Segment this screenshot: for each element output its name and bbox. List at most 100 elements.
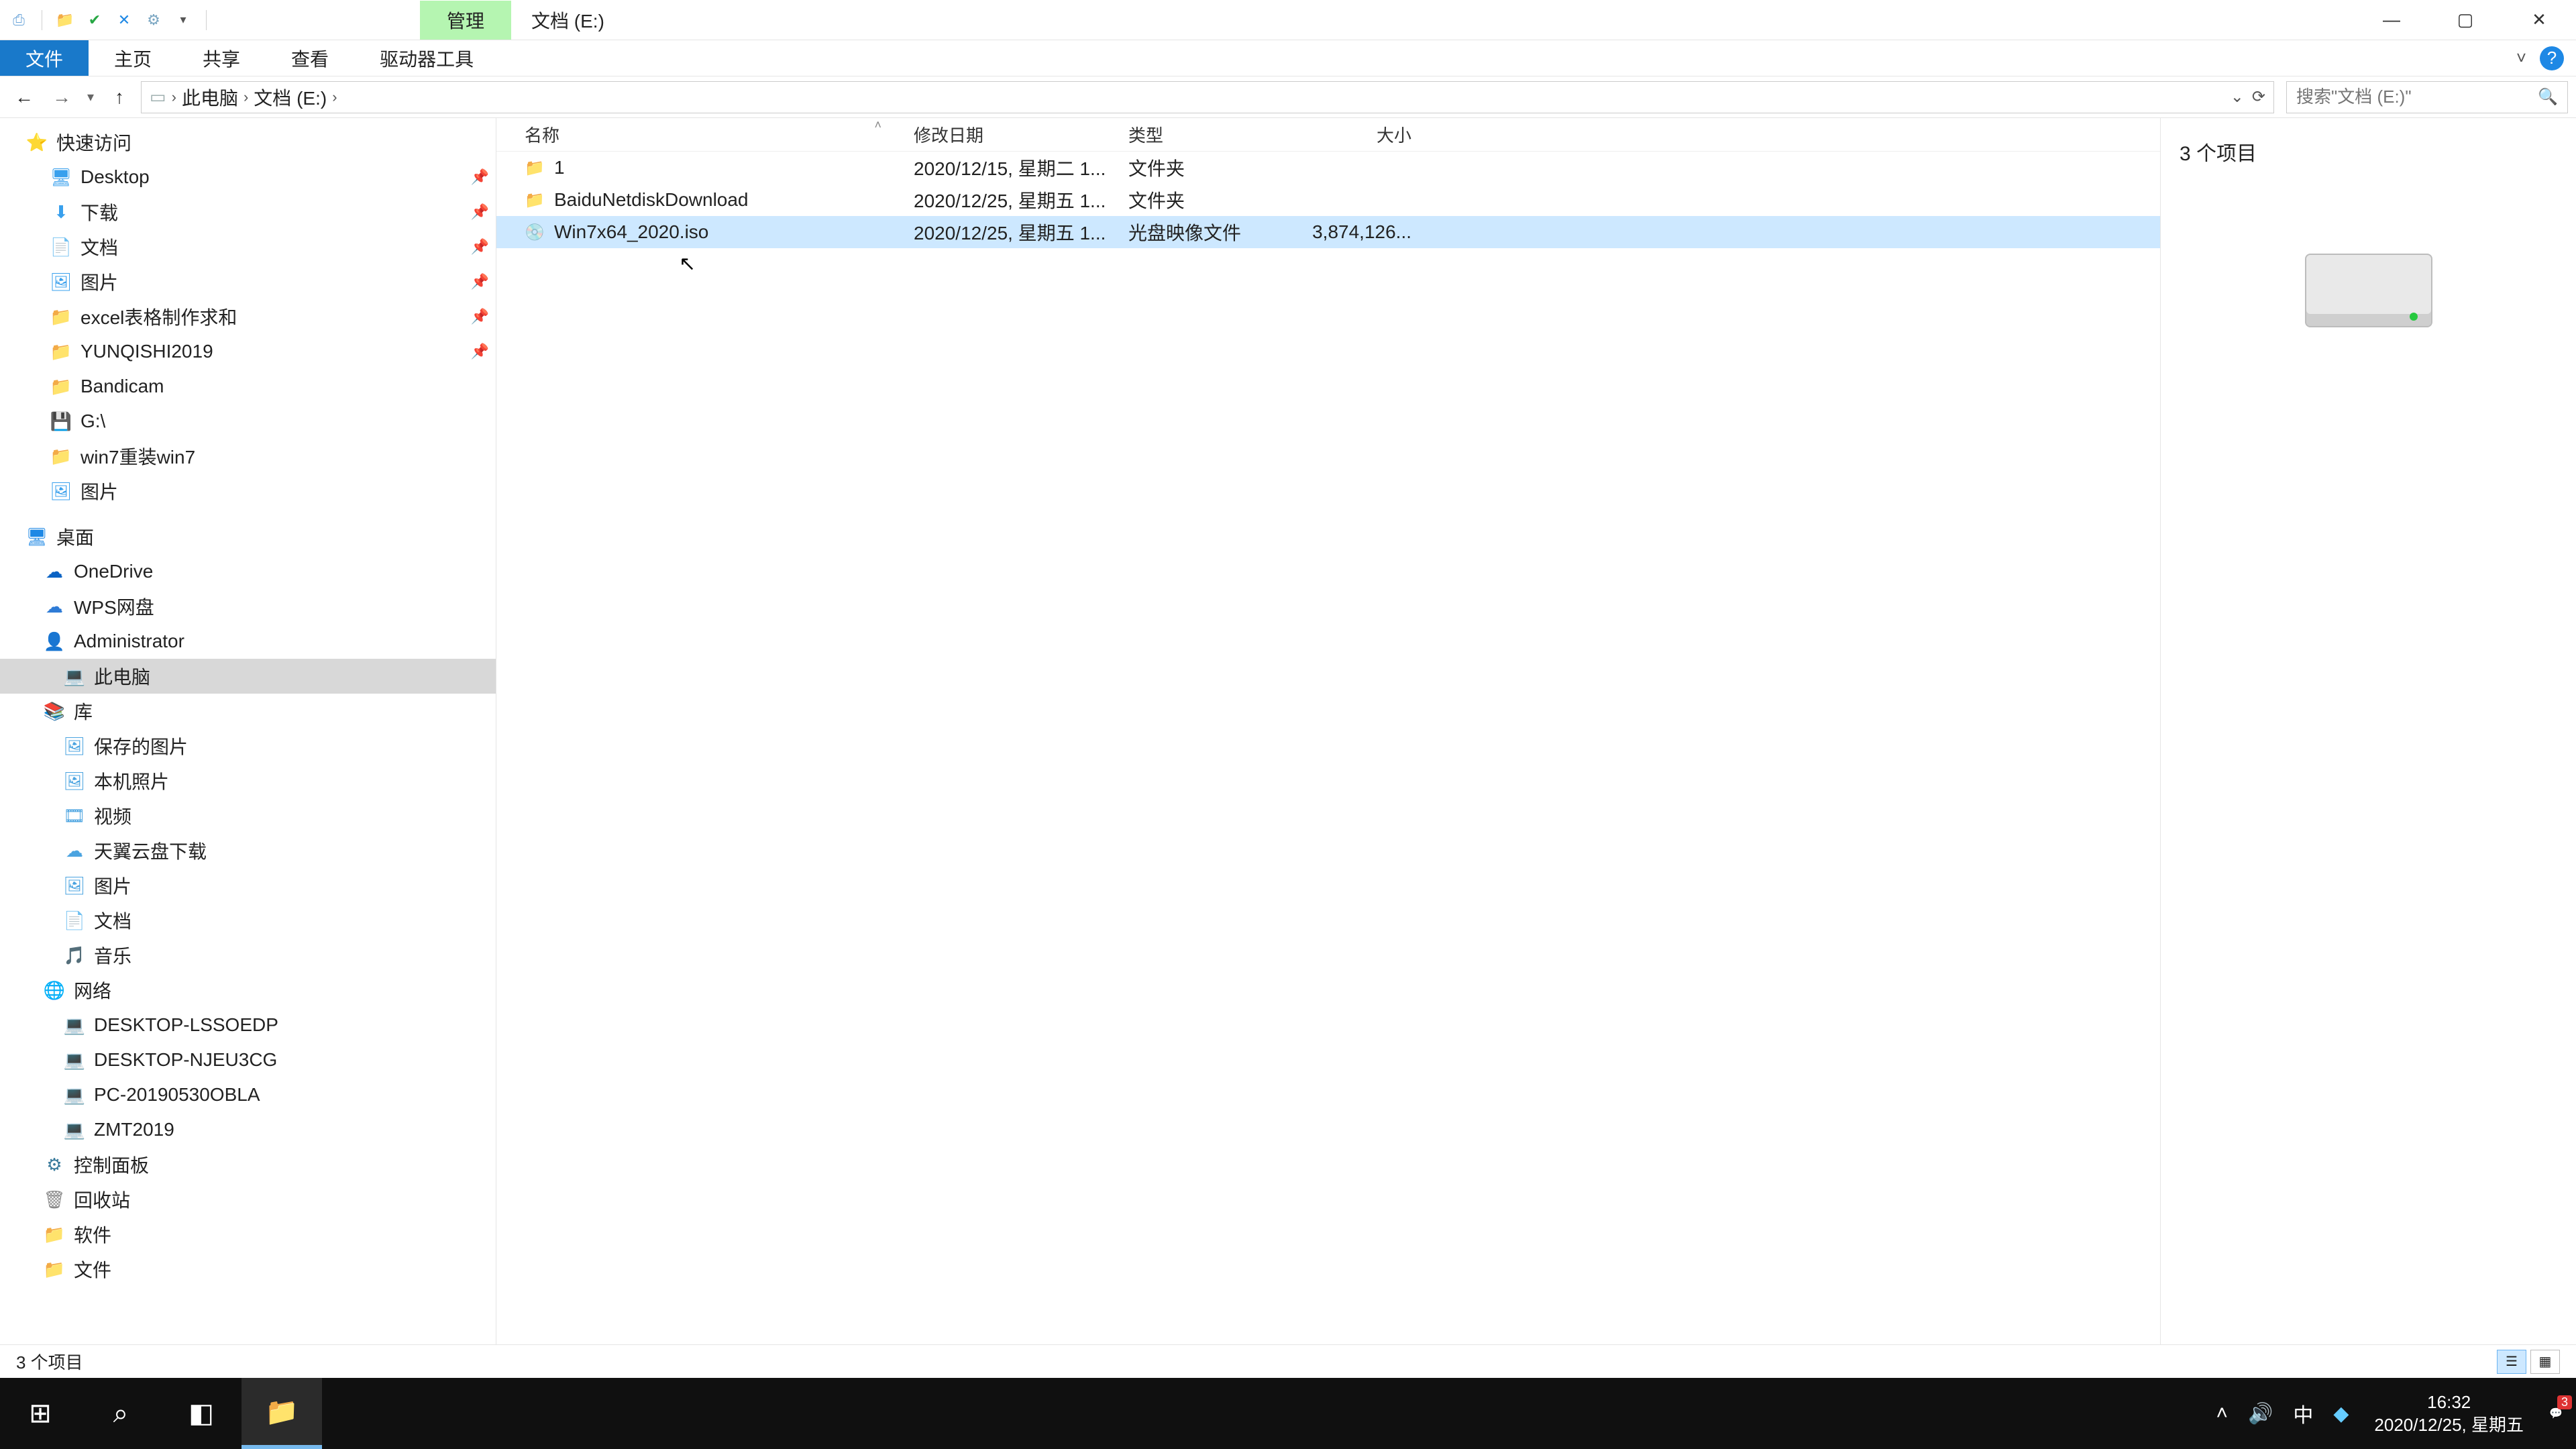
nav-item[interactable]: 🖼图片📌 [0,264,496,299]
nav-item[interactable]: 💻ZMT2019 [0,1112,496,1147]
forward-button[interactable]: → [46,81,78,113]
qat-settings-icon[interactable]: ⚙ [142,8,166,32]
qat-dropdown-icon[interactable]: ▾ [171,8,195,32]
tray-chevron-up-icon[interactable]: ˄ [2216,1402,2228,1425]
address-dropdown-icon[interactable]: ⌄ [2231,87,2244,107]
ribbon-context-tab[interactable]: 管理 [420,1,511,40]
nav-item-icon: 📁 [48,307,74,327]
qat-check-icon[interactable]: ✔ [83,8,107,32]
preview-pane: 3 个项目 [2160,118,2576,1344]
clock-date: 2020/12/25, 星期五 [2374,1413,2524,1436]
address-bar[interactable]: ▭ › 此电脑 › 文档 (E:) › ⌄ ⟳ [141,81,2274,113]
navigation-pane[interactable]: ⭐快速访问🖥Desktop📌⬇下载📌📄文档📌🖼图片📌📁excel表格制作求和📌📁… [0,118,496,1344]
file-name: Win7x64_2020.iso [554,221,708,243]
qat-app-icon[interactable]: ⎙ [7,8,31,32]
history-dropdown-icon[interactable]: ▾ [83,89,98,105]
maximize-button[interactable]: ▢ [2428,0,2502,40]
nav-item[interactable]: 🌐网络 [0,973,496,1008]
nav-item[interactable]: 💻此电脑 [0,659,496,694]
breadcrumb-this-pc[interactable]: 此电脑 [182,84,238,111]
nav-item[interactable]: ☁WPS网盘 [0,589,496,624]
qat-close-icon[interactable]: ✕ [112,8,136,32]
file-row[interactable]: 📁BaiduNetdiskDownload2020/12/25, 星期五 1..… [496,184,2160,216]
column-type[interactable]: 类型 [1116,122,1297,147]
nav-item[interactable]: 💻PC-20190530OBLA [0,1077,496,1112]
nav-item[interactable]: ⚙控制面板 [0,1147,496,1182]
nav-item[interactable]: 💾G:\ [0,404,496,439]
drive-icon: ▭ [150,87,166,107]
tab-view[interactable]: 查看 [266,40,354,76]
chevron-right-icon[interactable]: › [172,89,176,106]
nav-item[interactable]: 🖼图片 [0,474,496,508]
nav-item[interactable]: 🖥Desktop📌 [0,160,496,195]
volume-icon[interactable]: 🔊 [2248,1402,2273,1426]
nav-item-label: 网络 [74,977,111,1004]
taskbar-explorer-icon[interactable]: 📁 [241,1378,322,1449]
nav-item[interactable]: 🖼图片 [0,868,496,903]
tab-home[interactable]: 主页 [89,40,177,76]
view-icons-button[interactable]: ▦ [2530,1350,2560,1374]
ribbon-collapse-icon[interactable]: ˅ [2516,48,2526,68]
taskbar-search-icon[interactable]: ⌕ [80,1378,161,1449]
nav-item[interactable]: ⭐快速访问 [0,125,496,160]
column-size[interactable]: 大小 [1297,122,1432,147]
nav-item[interactable]: 🖥桌面 [0,519,496,554]
nav-item[interactable]: 📁Bandicam [0,369,496,404]
nav-item[interactable]: 👤Administrator [0,624,496,659]
nav-item[interactable]: 📄文档 [0,903,496,938]
search-input[interactable] [2296,87,2538,107]
taskbar-clock[interactable]: 16:32 2020/12/25, 星期五 [2362,1391,2536,1436]
nav-item[interactable]: ☁天翼云盘下载 [0,833,496,868]
start-button[interactable]: ⊞ [0,1378,80,1449]
tray-app-icon[interactable]: ◆ [2333,1402,2349,1426]
nav-item[interactable]: 📁软件 [0,1217,496,1252]
nav-item[interactable]: 🎞视频 [0,798,496,833]
nav-item[interactable]: 📄文档📌 [0,229,496,264]
nav-item-icon: 💻 [62,1015,87,1036]
nav-item[interactable]: 📁文件 [0,1252,496,1287]
task-view-button[interactable]: ◧ [161,1378,241,1449]
nav-item[interactable]: 💻DESKTOP-NJEU3CG [0,1042,496,1077]
close-button[interactable]: ✕ [2502,0,2576,40]
nav-item[interactable]: 💻DESKTOP-LSSOEDP [0,1008,496,1042]
minimize-button[interactable]: — [2355,0,2428,40]
view-details-button[interactable]: ☰ [2497,1350,2526,1374]
search-box[interactable]: 🔍 [2286,81,2568,113]
file-row[interactable]: 💿Win7x64_2020.iso2020/12/25, 星期五 1...光盘映… [496,216,2160,248]
qat-folder-icon[interactable]: 📁 [53,8,77,32]
nav-item-label: YUNQISHI2019 [80,341,213,362]
nav-item[interactable]: 🎵音乐 [0,938,496,973]
nav-item[interactable]: ☁OneDrive [0,554,496,589]
back-button[interactable]: ← [8,81,40,113]
nav-item[interactable]: 📁win7重装win7 [0,439,496,474]
up-button[interactable]: ↑ [103,81,136,113]
tab-share[interactable]: 共享 [177,40,266,76]
tab-file[interactable]: 文件 [0,40,89,76]
action-center-icon[interactable]: 💬3 [2536,1407,2576,1420]
help-icon[interactable]: ? [2540,46,2564,70]
chevron-right-icon[interactable]: › [244,89,248,106]
refresh-icon[interactable]: ⟳ [2252,87,2265,107]
file-name: BaiduNetdiskDownload [554,189,749,211]
window-title: 文档 (E:) [531,7,604,34]
nav-item[interactable]: 📚库 [0,694,496,729]
nav-item[interactable]: 🖼本机照片 [0,763,496,798]
nav-item[interactable]: 📁excel表格制作求和📌 [0,299,496,334]
column-date[interactable]: 修改日期 [902,122,1116,147]
column-name[interactable]: 名称˄ [513,122,902,147]
nav-item[interactable]: 🗑回收站 [0,1182,496,1217]
breadcrumb-current[interactable]: 文档 (E:) [254,84,327,111]
ime-indicator[interactable]: 中 [2293,1399,2313,1428]
search-icon[interactable]: 🔍 [2538,87,2558,107]
tab-drive-tools[interactable]: 驱动器工具 [354,40,499,76]
nav-item-label: 回收站 [74,1186,130,1213]
nav-item-label: G:\ [80,411,105,432]
chevron-right-icon[interactable]: › [332,89,337,106]
file-row[interactable]: 📁12020/12/15, 星期二 1...文件夹 [496,152,2160,184]
nav-item[interactable]: 🖼保存的图片 [0,729,496,763]
nav-item[interactable]: 📁YUNQISHI2019📌 [0,334,496,369]
folder-icon: 📁 [525,190,545,210]
pin-icon: 📌 [471,168,489,186]
nav-item[interactable]: ⬇下载📌 [0,195,496,229]
pin-icon: 📌 [471,238,489,256]
